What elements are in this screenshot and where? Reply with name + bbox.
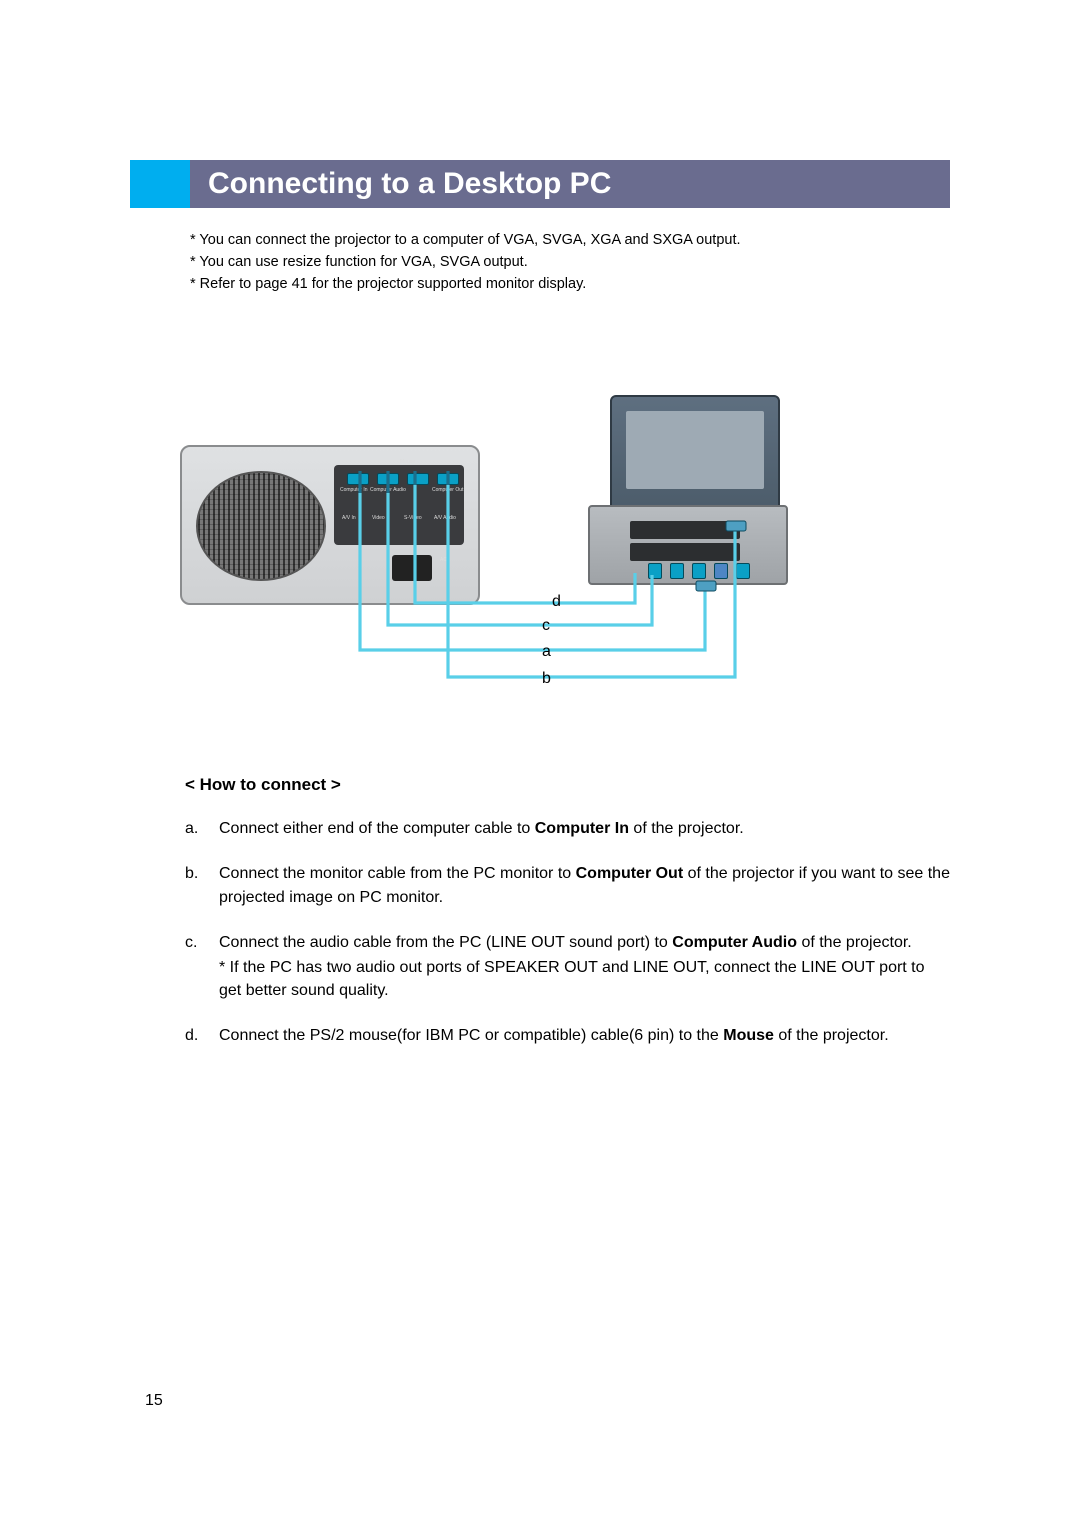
note-line: * Refer to page 41 for the projector sup… [190, 274, 950, 296]
step-bold: Computer Out [576, 865, 684, 882]
title-accent-square [130, 160, 190, 208]
step-letter: d. [185, 1024, 219, 1047]
step-letter: b. [185, 862, 219, 908]
step-letter: c. [185, 931, 219, 1003]
step-text: of the projector. [774, 1027, 889, 1044]
step-b: b. Connect the monitor cable from the PC… [185, 862, 950, 908]
figure-label-c: c [542, 617, 550, 635]
figure-label-a: a [542, 643, 551, 661]
note-line: * You can connect the projector to a com… [190, 230, 950, 252]
page-title: Connecting to a Desktop PC [190, 160, 950, 208]
step-text: of the projector. [797, 934, 912, 951]
step-d: d. Connect the PS/2 mouse(for IBM PC or … [185, 1024, 950, 1047]
step-letter: a. [185, 817, 219, 840]
step-text: Connect either end of the computer cable… [219, 820, 535, 837]
cable-paths [180, 385, 780, 715]
manual-page: Connecting to a Desktop PC * You can con… [0, 0, 1080, 1528]
figure-label-b: b [542, 670, 551, 688]
step-text: of the projector. [629, 820, 744, 837]
figure-label-d: d [552, 593, 561, 611]
how-to-connect-section: < How to connect > a. Connect either end… [185, 775, 950, 1047]
step-bold: Mouse [723, 1027, 774, 1044]
note-line: * You can use resize function for VGA, S… [190, 252, 950, 274]
step-text: Connect the audio cable from the PC (LIN… [219, 934, 672, 951]
title-row: Connecting to a Desktop PC [130, 160, 950, 208]
step-text: Connect the PS/2 mouse(for IBM PC or com… [219, 1027, 723, 1044]
step-bold: Computer In [535, 820, 629, 837]
step-text: Connect the monitor cable from the PC mo… [219, 865, 576, 882]
how-to-connect-heading: < How to connect > [185, 775, 950, 795]
connection-figure: Mouse Computer In Computer Audio Compute… [180, 385, 950, 715]
step-bold: Computer Audio [672, 934, 797, 951]
intro-notes: * You can connect the projector to a com… [190, 230, 950, 295]
step-subnote: * If the PC has two audio out ports of S… [219, 956, 950, 1002]
step-a: a. Connect either end of the computer ca… [185, 817, 950, 840]
page-number: 15 [145, 1392, 163, 1410]
step-c: c. Connect the audio cable from the PC (… [185, 931, 950, 1003]
